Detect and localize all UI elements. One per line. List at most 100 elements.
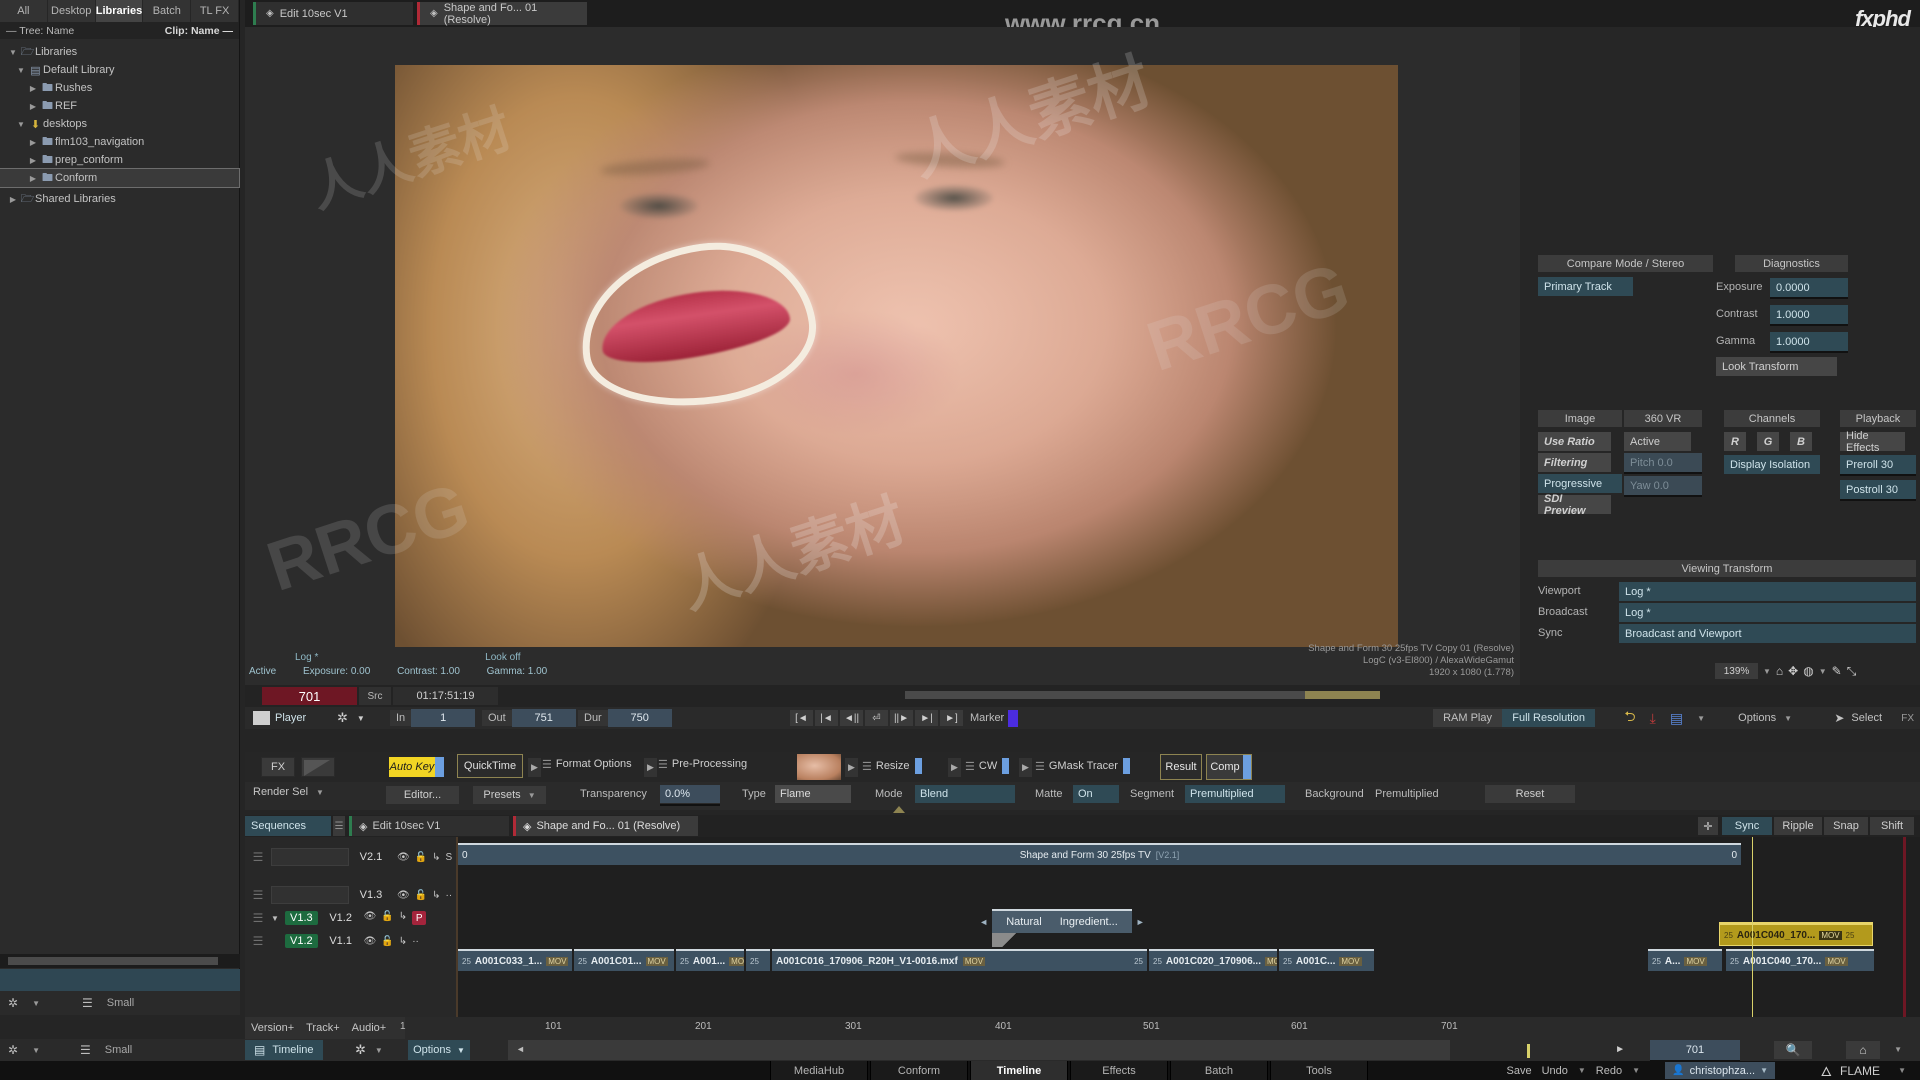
quicktime-node[interactable]: QuickTime: [457, 754, 523, 778]
timeline-mode-button[interactable]: ▤ Timeline: [245, 1040, 323, 1060]
more-icon[interactable]: ··: [446, 890, 453, 901]
previous-clip-button[interactable]: |◄: [815, 710, 838, 726]
fit-icon[interactable]: ⌂: [1776, 664, 1783, 678]
background-value[interactable]: Premultiplied: [1375, 788, 1439, 800]
segment-field[interactable]: Premultiplied: [1185, 785, 1285, 803]
select-tool[interactable]: ➤ Select: [1834, 709, 1882, 727]
vr-active-toggle[interactable]: Active: [1624, 432, 1702, 451]
version-add-button[interactable]: Version+: [251, 1022, 294, 1034]
timeline-horizontal-scrollbar[interactable]: ◄: [508, 1040, 1450, 1060]
transparency-field[interactable]: 0.0%: [660, 785, 720, 803]
tree-item-rushes[interactable]: ▶ 🖿 Rushes: [0, 79, 239, 97]
chevron-down-icon[interactable]: ▼: [1578, 1066, 1586, 1075]
library-tab-libraries[interactable]: Libraries: [95, 0, 144, 22]
settings-bars-icon[interactable]: ▤: [1670, 710, 1683, 727]
node-arrow-icon[interactable]: ▶: [948, 758, 961, 777]
hide-effects-toggle[interactable]: Hide Effects: [1840, 430, 1916, 454]
mode-tab-effects[interactable]: Effects: [1070, 1061, 1168, 1080]
library-tab-batch[interactable]: Batch: [143, 0, 192, 22]
chevron-down-icon[interactable]: ▼: [316, 788, 324, 797]
tree-item-ref[interactable]: ▶ 🖿 REF: [0, 97, 239, 115]
timeline-ruler[interactable]: Version+ Track+ Audio+ 1 101 201 301 401…: [245, 1017, 1920, 1039]
comp-tab[interactable]: Comp: [1206, 754, 1252, 780]
channel-g[interactable]: G: [1757, 432, 1779, 451]
source-timecode[interactable]: 01:17:51:19: [393, 687, 498, 705]
sequence-list-icon[interactable]: ☰: [333, 816, 345, 836]
solo-icon[interactable]: S: [446, 852, 453, 863]
node-arrow-icon[interactable]: ▶: [1019, 758, 1032, 777]
tree-item-shared-libraries[interactable]: ▶ 🗁 Shared Libraries: [0, 190, 239, 208]
wipe-icon[interactable]: ◍: [1803, 664, 1813, 678]
chevron-down-icon[interactable]: ▼: [1894, 1045, 1902, 1054]
look-transform-row[interactable]: Look Transform: [1716, 357, 1848, 376]
link-icon[interactable]: ↳: [432, 890, 440, 901]
tree-item-desktops[interactable]: ▼ ⬇ desktops: [0, 115, 239, 133]
sequence-tab-edit-10sec[interactable]: ◈ Edit 10sec V1: [349, 816, 509, 836]
gamma-field[interactable]: 1.0000: [1770, 332, 1848, 351]
dur-value[interactable]: 750: [607, 709, 672, 727]
chevron-down-icon[interactable]: ▼: [32, 999, 40, 1008]
node-arrow-icon[interactable]: ▶: [528, 758, 541, 777]
user-menu[interactable]: 👤 christophza... ▼: [1665, 1062, 1775, 1079]
matte-field[interactable]: On: [1073, 785, 1119, 803]
broadcast-value[interactable]: Log *: [1619, 603, 1916, 622]
redo-button[interactable]: Redo: [1596, 1065, 1622, 1077]
gear-icon[interactable]: ✲: [355, 1042, 366, 1058]
chevron-down-icon[interactable]: ▼: [375, 1046, 383, 1055]
step-forward-button[interactable]: ||►: [890, 710, 913, 726]
node-arrow-icon[interactable]: ▶: [644, 758, 657, 777]
viewer-scrollbar[interactable]: [905, 691, 1305, 699]
channel-r[interactable]: R: [1724, 432, 1746, 451]
viewer-tab-edit-10sec[interactable]: ◈ Edit 10sec V1: [253, 2, 413, 25]
center-playhead-icon[interactable]: ✛: [1698, 817, 1718, 835]
sync-button[interactable]: Sync: [1722, 817, 1772, 835]
more-icon[interactable]: ··: [412, 936, 419, 947]
viewer-tab-shape-and-form[interactable]: ◈ Shape and Fo... 01 (Resolve): [417, 2, 587, 26]
filtering-toggle[interactable]: Filtering: [1538, 453, 1622, 472]
full-resolution-button[interactable]: Full Resolution: [1502, 709, 1595, 727]
go-to-in-button[interactable]: [◄: [790, 710, 813, 726]
render-sel-menu[interactable]: Render Sel ▼: [253, 786, 324, 798]
eye-icon[interactable]: 👁: [364, 936, 377, 947]
scroll-left-icon[interactable]: ◄: [516, 1044, 525, 1054]
drag-handle-icon[interactable]: ☰: [245, 850, 271, 864]
tree-item-conform[interactable]: ▶ 🖿 Conform: [0, 168, 240, 188]
track-slot[interactable]: [271, 848, 349, 866]
track-add-button[interactable]: Track+: [306, 1022, 340, 1034]
source-mode-button[interactable]: Src: [359, 687, 391, 705]
cw-node[interactable]: ☰ CW: [965, 758, 1010, 774]
timeline-options-menu[interactable]: Options ▼: [408, 1040, 470, 1060]
home-icon[interactable]: ⌂: [1846, 1041, 1880, 1059]
lock-icon[interactable]: 🔓: [415, 890, 427, 901]
marker-control[interactable]: Marker: [970, 709, 1019, 727]
eye-icon[interactable]: 👁: [397, 890, 410, 901]
chevron-down-icon[interactable]: ▼: [1898, 1066, 1906, 1075]
chevron-down-icon[interactable]: ▼: [1760, 1066, 1768, 1075]
loop-icon[interactable]: ⮌: [1624, 706, 1635, 730]
timeline-playhead[interactable]: [1752, 837, 1753, 1017]
chevron-right-icon[interactable]: ▶: [26, 138, 40, 147]
snap-button[interactable]: Snap: [1824, 817, 1868, 835]
library-tab-tlfx[interactable]: TL FX: [191, 0, 239, 22]
timeline-clip[interactable]: 25 A001C01... MOV: [574, 949, 674, 971]
link-icon[interactable]: ↳: [432, 852, 440, 863]
eye-icon[interactable]: 👁: [397, 852, 410, 863]
mode-tab-conform[interactable]: Conform: [870, 1061, 968, 1080]
timeline-strip-v2[interactable]: 0 Shape and Form 30 25fps TV [V2.1] 0: [458, 843, 1741, 865]
chevron-down-icon[interactable]: ▼: [1763, 667, 1771, 676]
auto-key-toggle[interactable]: Auto Key: [389, 757, 444, 777]
import-icon[interactable]: ⤓: [1650, 710, 1656, 727]
go-to-out-button[interactable]: ►]: [940, 710, 963, 726]
out-value[interactable]: 751: [511, 709, 576, 727]
timeline[interactable]: ☰ V2.1 👁 🔓 ↳ S ☰ V1.3 👁 🔓 ↳ ·· ☰ ▼ V1.3 …: [245, 837, 1920, 1017]
chevron-right-icon[interactable]: ▶: [6, 195, 20, 204]
channel-b[interactable]: B: [1790, 432, 1812, 451]
track-header-v2-1[interactable]: ☰ V2.1 👁 🔓 ↳ S: [245, 843, 458, 871]
link-icon[interactable]: ↳: [399, 911, 407, 925]
primary-track-button[interactable]: Primary Track: [1538, 277, 1633, 296]
drag-handle-icon[interactable]: ☰: [245, 911, 271, 925]
result-tab[interactable]: Result: [1160, 754, 1202, 780]
library-tab-desktop[interactable]: Desktop: [47, 0, 96, 22]
timeline-clip[interactable]: 25 A001... MOV: [676, 949, 744, 971]
mode-tab-batch[interactable]: Batch: [1170, 1061, 1268, 1080]
